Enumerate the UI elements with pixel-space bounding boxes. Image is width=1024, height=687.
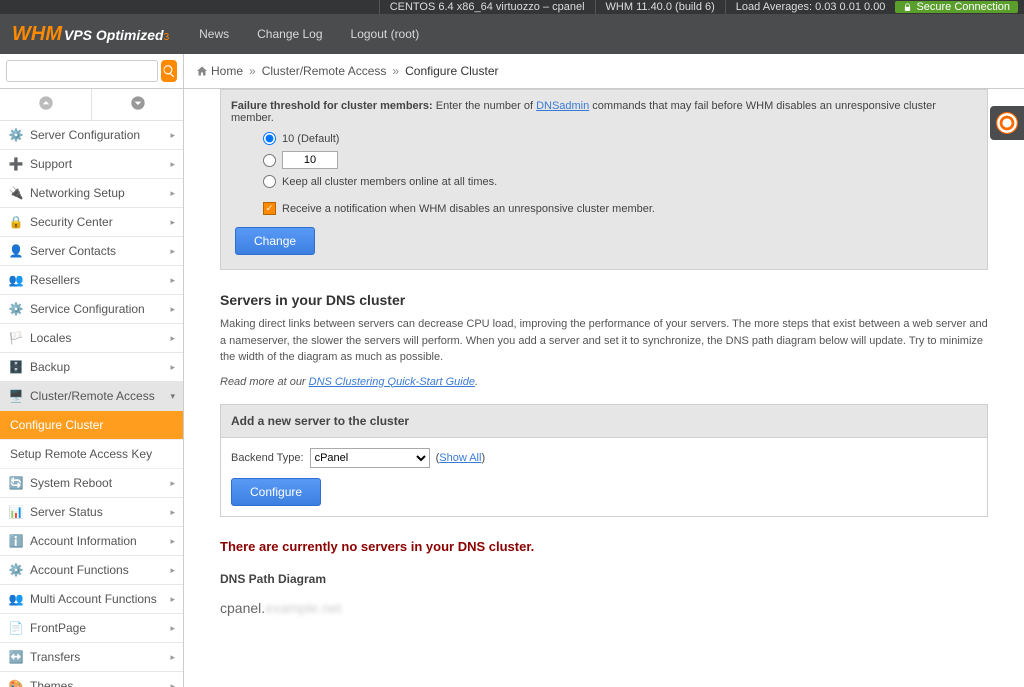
breadcrumb: Home » Cluster/Remote Access » Configure… [184, 54, 1024, 88]
chevron-up-icon [38, 95, 54, 111]
notify-label: Receive a notification when WHM disables… [282, 203, 655, 215]
chevron-right-icon: ▸ [170, 536, 175, 547]
sidebar-cat-3[interactable]: 🔒Security Center▸ [0, 208, 183, 237]
collapse-all-button[interactable] [0, 89, 92, 120]
sidebar-sub-configure-cluster[interactable]: Configure Cluster [0, 411, 183, 440]
threshold-default-label: 10 (Default) [282, 133, 339, 145]
threshold-radio-default[interactable] [263, 132, 276, 145]
readmore-paragraph: Read more at our DNS Clustering Quick-St… [220, 374, 988, 391]
expand-all-button[interactable] [92, 89, 183, 120]
add-server-box: Add a new server to the cluster Backend … [220, 404, 988, 517]
configure-button[interactable]: Configure [231, 478, 321, 506]
chevron-right-icon: ▸ [170, 130, 175, 141]
nav-news[interactable]: News [199, 27, 229, 41]
sidebar-cat2-5[interactable]: 📄FrontPage▸ [0, 614, 183, 643]
search-button[interactable] [161, 60, 177, 82]
sidebar-cat-1[interactable]: ➕Support▸ [0, 150, 183, 179]
sidebar: ⚙️Server Configuration▸➕Support▸🔌Network… [0, 89, 184, 687]
chevron-right-icon: ▸ [170, 159, 175, 170]
notify-checkbox[interactable]: ✓ [263, 202, 276, 215]
threshold-custom-input[interactable] [282, 151, 338, 169]
sidebar-cat-5[interactable]: 👥Resellers▸ [0, 266, 183, 295]
diagram-label: DNS Path Diagram [220, 572, 988, 586]
backend-type-select[interactable]: cPanel [310, 448, 430, 468]
search-input[interactable] [6, 60, 158, 82]
chevron-down-icon [130, 95, 146, 111]
quick-start-guide-link[interactable]: DNS Clustering Quick-Start Guide [309, 376, 475, 388]
chevron-right-icon: ▸ [170, 594, 175, 605]
sidebar-cat2-4[interactable]: 👥Multi Account Functions▸ [0, 585, 183, 614]
nav-changelog[interactable]: Change Log [257, 27, 322, 41]
search-icon [162, 64, 176, 78]
sidebar-cat2-7[interactable]: 🎨Themes▸ [0, 672, 183, 687]
chevron-right-icon: ▸ [170, 652, 175, 663]
threshold-radio-custom[interactable] [263, 154, 276, 167]
home-icon [196, 65, 208, 77]
top-navbar: WHMVPS Optimized3 News Change Log Logout… [0, 14, 1024, 54]
chevron-right-icon: ▸ [170, 623, 175, 634]
crumb-home[interactable]: Home [211, 64, 243, 78]
main-content: Failure threshold for cluster members: E… [184, 89, 1024, 687]
sidebar-cat-2[interactable]: 🔌Networking Setup▸ [0, 179, 183, 208]
threshold-description: Failure threshold for cluster members: E… [231, 100, 977, 124]
sidebar-cat2-6[interactable]: ↔️Transfers▸ [0, 643, 183, 672]
crumb-leaf: Configure Cluster [405, 64, 498, 78]
chevron-right-icon: ▸ [170, 362, 175, 373]
show-all-link[interactable]: Show All [439, 452, 481, 464]
dnsadmin-link[interactable]: DNSadmin [536, 100, 589, 112]
status-whm: WHM 11.40.0 (build 6) [595, 0, 725, 14]
status-bar: CENTOS 6.4 x86_64 virtuozzo – cpanel WHM… [0, 0, 1024, 14]
lifebuoy-icon [996, 112, 1018, 134]
chevron-right-icon: ▸ [170, 333, 175, 344]
chevron-right-icon: ▸ [170, 217, 175, 228]
crumb-mid[interactable]: Cluster/Remote Access [262, 64, 387, 78]
sidebar-cat-8[interactable]: 🗄️Backup▸ [0, 353, 183, 382]
chevron-right-icon: ▸ [170, 478, 175, 489]
sidebar-cat2-3[interactable]: ⚙️Account Functions▸ [0, 556, 183, 585]
no-servers-message: There are currently no servers in your D… [220, 539, 988, 554]
chevron-right-icon: ▸ [170, 246, 175, 257]
sidebar-cat2-1[interactable]: 📊Server Status▸ [0, 498, 183, 527]
threshold-box: Failure threshold for cluster members: E… [220, 89, 988, 270]
sidebar-cat-7[interactable]: 🏳️Locales▸ [0, 324, 183, 353]
backend-type-label: Backend Type: [231, 452, 304, 464]
chevron-right-icon: ▸ [170, 507, 175, 518]
servers-paragraph: Making direct links between servers can … [220, 316, 988, 366]
sidebar-cat-cluster-remote[interactable]: 🖥️ Cluster/Remote Access ▾ [0, 382, 183, 411]
chevron-right-icon: ▸ [170, 188, 175, 199]
lock-icon [903, 3, 912, 12]
sidebar-cat2-2[interactable]: ℹ️Account Information▸ [0, 527, 183, 556]
chevron-down-icon: ▾ [170, 391, 175, 402]
sidebar-cat2-0[interactable]: 🔄System Reboot▸ [0, 469, 183, 498]
chevron-right-icon: ▸ [170, 681, 175, 687]
chevron-right-icon: ▸ [170, 565, 175, 576]
whm-logo[interactable]: WHMVPS Optimized3 [12, 23, 169, 46]
chevron-right-icon: ▸ [170, 275, 175, 286]
change-button[interactable]: Change [235, 227, 315, 255]
secure-connection-badge[interactable]: Secure Connection [895, 1, 1018, 13]
sidebar-sub-remote-access-key[interactable]: Setup Remote Access Key [0, 440, 183, 469]
sidebar-cat-4[interactable]: 👤Server Contacts▸ [0, 237, 183, 266]
status-os: CENTOS 6.4 x86_64 virtuozzo – cpanel [379, 0, 595, 14]
sidebar-cat-0[interactable]: ⚙️Server Configuration▸ [0, 121, 183, 150]
help-float-button[interactable] [990, 106, 1024, 140]
sidebar-cat-6[interactable]: ⚙️Service Configuration▸ [0, 295, 183, 324]
nav-logout[interactable]: Logout (root) [351, 27, 420, 41]
search-wrap [0, 54, 184, 88]
cluster-icon: 🖥️ [8, 389, 24, 403]
servers-heading: Servers in your DNS cluster [220, 292, 988, 308]
threshold-keep-label: Keep all cluster members online at all t… [282, 176, 497, 188]
dns-node: cpanel.example.net [220, 600, 988, 616]
status-load: Load Averages: 0.03 0.01 0.00 [725, 0, 896, 14]
threshold-radio-keep[interactable] [263, 175, 276, 188]
chevron-right-icon: ▸ [170, 304, 175, 315]
add-server-heading: Add a new server to the cluster [221, 405, 987, 438]
